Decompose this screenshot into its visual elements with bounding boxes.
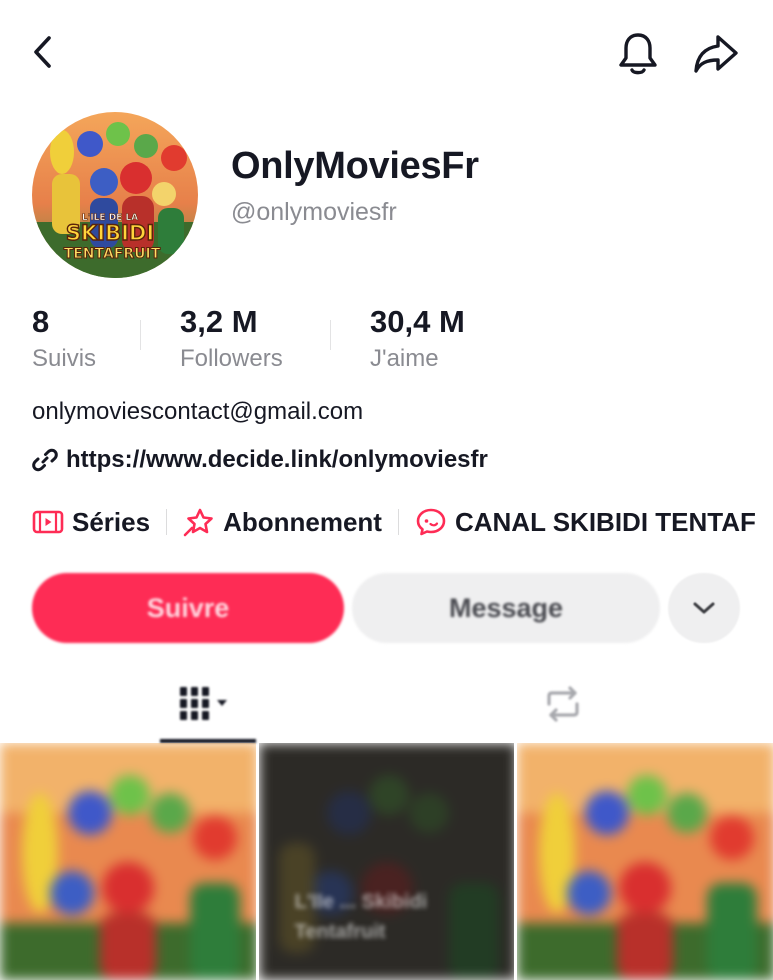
series-icon [32, 510, 64, 534]
bio-link[interactable]: https://www.decide.link/onlymoviesfr [32, 443, 488, 477]
back-button[interactable] [22, 30, 66, 74]
avatar[interactable]: L'ILE DE LA SKIBIDI TENTAFRUIT [32, 112, 198, 278]
video-thumbnail[interactable]: L'IIe ... Skibidi Tentafruit [258, 743, 515, 980]
profile-chips: Séries Abonnement CANAL SKIBIDI TENTAF [32, 500, 773, 544]
video-thumbnail[interactable] [0, 743, 256, 980]
stat-followers-value: 3,2 M [180, 304, 258, 339]
chip-subscription[interactable]: Abonnement [183, 507, 382, 538]
stat-likes[interactable]: 30,4 M J'aime [370, 300, 465, 374]
share-button[interactable] [690, 28, 742, 80]
chevron-left-icon [34, 36, 51, 68]
video-caption-line: L'IIe ... Skibidi [294, 891, 428, 913]
chip-channel-label: CANAL SKIBIDI TENTAF [454, 506, 756, 537]
stat-likes-value: 30,4 M [370, 304, 465, 339]
chevron-down-icon [693, 602, 715, 614]
chat-bubble-icon [416, 508, 446, 536]
bio-link-text: https://www.decide.link/onlymoviesfr [66, 446, 488, 473]
avatar-title-line3: TENTAFRUIT [64, 246, 161, 262]
stat-followers[interactable]: 3,2 M Followers [180, 300, 283, 374]
avatar-title-line2: SKIBIDI [66, 221, 154, 245]
grid-icon [180, 687, 227, 720]
chip-channel[interactable]: CANAL SKIBIDI TENTAF [415, 507, 756, 538]
share-arrow-icon [694, 35, 738, 73]
stat-following-label: Suivis [32, 345, 97, 372]
stat-followers-label: Followers [180, 345, 283, 372]
repost-icon [547, 686, 579, 722]
content-tabs [0, 665, 773, 743]
video-thumbnail[interactable] [517, 743, 773, 980]
chip-subscription-label: Abonnement [223, 506, 382, 537]
subscription-star-icon [183, 508, 213, 537]
tab-videos[interactable] [160, 665, 256, 743]
video-grid: L'IIe ... Skibidi Tentafruit [0, 743, 773, 980]
stat-divider [140, 320, 141, 350]
stat-likes-label: J'aime [370, 345, 439, 372]
top-bar [0, 0, 773, 100]
tab-reposts[interactable] [515, 665, 611, 743]
chip-series[interactable]: Séries [32, 507, 150, 538]
stat-following-value: 8 [32, 304, 50, 339]
message-button[interactable]: Message [352, 573, 660, 643]
chip-divider [397, 509, 399, 535]
bio-email: onlymoviescontact@gmail.com [32, 398, 364, 425]
chip-series-label: Séries [72, 506, 151, 537]
username: @onlymoviesfr [231, 198, 397, 226]
display-name: OnlyMoviesFr [231, 145, 479, 187]
bell-icon [619, 33, 657, 75]
video-caption-line: Tentafruit [294, 921, 386, 943]
notification-bell-button[interactable] [612, 28, 664, 80]
stat-following[interactable]: 8 Suivis [32, 300, 96, 374]
profile-stats: 8 Suivis 3,2 M Followers 30,4 M J'aime [32, 300, 732, 380]
more-options-button[interactable] [668, 573, 740, 643]
chip-divider [166, 509, 168, 535]
link-icon [32, 448, 58, 472]
follow-button[interactable]: Suivre [32, 573, 344, 643]
stat-divider [330, 320, 331, 350]
video-caption: L'IIe ... Skibidi Tentafruit [295, 887, 428, 947]
